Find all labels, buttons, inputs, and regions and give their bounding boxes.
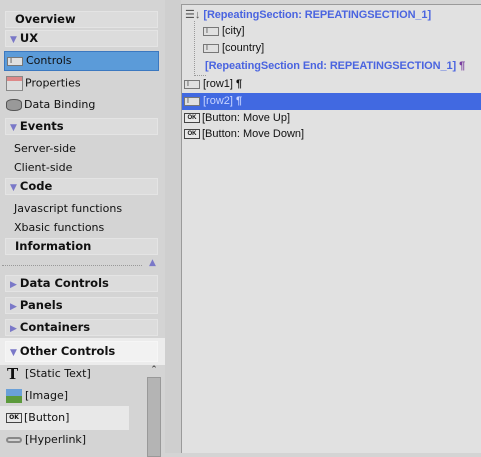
group-label: Data Controls xyxy=(19,276,109,290)
text-t-icon: T xyxy=(7,365,19,383)
field-row1[interactable]: I [row1] ¶ xyxy=(184,76,481,92)
overview-label: Overview xyxy=(15,12,76,26)
group-data-controls[interactable]: ▶ Data Controls xyxy=(5,275,158,292)
palette-item-static-text[interactable]: T [Static Text] xyxy=(7,365,91,383)
field-city[interactable]: I [city] xyxy=(203,23,481,39)
controls-label: Controls xyxy=(26,54,72,67)
textbox-icon: I xyxy=(184,79,200,89)
layout-editor[interactable]: ☰↓ [RepeatingSection: REPEATINGSECTION_1]… xyxy=(181,4,481,453)
ok-button-icon: OK xyxy=(184,113,200,124)
repeating-section-start[interactable]: ☰↓ [RepeatingSection: REPEATINGSECTION_1] xyxy=(185,7,481,23)
splitter[interactable] xyxy=(2,265,142,266)
collapse-triangle-icon: ▼ xyxy=(10,35,17,45)
palette-item-hyperlink[interactable]: [Hyperlink] xyxy=(6,433,86,447)
information-header[interactable]: Information xyxy=(5,238,158,255)
sidebar-item-controls[interactable]: I Controls xyxy=(7,54,72,68)
information-label: Information xyxy=(15,239,92,253)
ok-button-icon: OK xyxy=(6,413,22,423)
item-label: [Button] xyxy=(24,411,70,424)
overview-header[interactable]: Overview xyxy=(5,11,158,28)
palette-item-button[interactable]: OK [Button] xyxy=(6,411,69,425)
group-panels[interactable]: ▶ Panels xyxy=(5,297,158,314)
ux-label: UX xyxy=(19,31,39,45)
item-label: [Hyperlink] xyxy=(25,433,87,446)
group-other-controls[interactable]: ▼ Other Controls xyxy=(5,341,158,362)
sidebar-item-javascript[interactable]: Javascript functions xyxy=(14,202,122,216)
ux-header[interactable]: ▼ UX xyxy=(5,30,158,47)
pilcrow-icon: ¶ xyxy=(236,95,243,107)
textbox-icon: I xyxy=(203,43,219,53)
sidebar-item-data-binding[interactable]: Data Binding xyxy=(6,98,95,112)
textbox-icon: I xyxy=(7,56,23,66)
item-label: [Image] xyxy=(25,389,69,402)
sidebar-item-client-side[interactable]: Client-side xyxy=(14,161,72,175)
item-label: [Static Text] xyxy=(25,367,91,380)
properties-icon xyxy=(6,76,23,91)
group-label: Other Controls xyxy=(19,344,116,358)
pilcrow-icon: ¶ xyxy=(236,78,243,90)
expand-triangle-icon: ▶ xyxy=(10,280,17,290)
collapse-up-icon[interactable]: ▲ xyxy=(149,258,156,268)
pilcrow-icon: ¶ xyxy=(459,60,466,72)
textbox-icon: I xyxy=(203,26,219,36)
sidebar-item-properties[interactable]: Properties xyxy=(6,76,81,91)
properties-label: Properties xyxy=(25,76,81,90)
data-binding-label: Data Binding xyxy=(24,98,96,111)
events-header[interactable]: ▼ Events xyxy=(5,118,158,135)
events-label: Events xyxy=(19,119,64,133)
image-icon xyxy=(6,389,22,403)
palette-item-image[interactable]: [Image] xyxy=(6,389,68,403)
database-icon xyxy=(6,99,22,111)
sidebar-item-xbasic[interactable]: Xbasic functions xyxy=(14,221,104,235)
textbox-icon: I xyxy=(184,96,200,106)
repeating-section-icon: ☰↓ xyxy=(185,9,201,21)
expand-triangle-icon: ▶ xyxy=(10,302,17,312)
collapse-triangle-icon: ▼ xyxy=(10,123,17,133)
ok-button-icon: OK xyxy=(184,129,200,140)
scroll-up-icon[interactable]: ⌃ xyxy=(146,365,162,375)
field-row2-selected[interactable]: I [row2] ¶ xyxy=(182,93,481,110)
code-label: Code xyxy=(19,179,53,193)
expand-triangle-icon: ▶ xyxy=(10,324,17,334)
link-icon xyxy=(6,437,22,443)
panel-divider[interactable] xyxy=(165,0,181,453)
button-move-up[interactable]: OK [Button: Move Up] xyxy=(184,110,481,126)
field-country[interactable]: I [country] xyxy=(203,40,481,56)
group-label: Containers xyxy=(19,320,91,334)
group-containers[interactable]: ▶ Containers xyxy=(5,319,158,336)
group-label: Panels xyxy=(19,298,63,312)
sidebar-item-server-side[interactable]: Server-side xyxy=(14,142,76,156)
button-move-down[interactable]: OK [Button: Move Down] xyxy=(184,126,481,142)
scrollbar-thumb[interactable] xyxy=(147,377,161,457)
collapse-triangle-icon: ▼ xyxy=(10,348,17,358)
code-header[interactable]: ▼ Code xyxy=(5,178,158,195)
palette-scrollbar[interactable]: ⌃ xyxy=(146,365,162,457)
repeating-section-end[interactable]: [RepeatingSection End: REPEATINGSECTION_… xyxy=(205,58,481,74)
collapse-triangle-icon: ▼ xyxy=(10,183,17,193)
